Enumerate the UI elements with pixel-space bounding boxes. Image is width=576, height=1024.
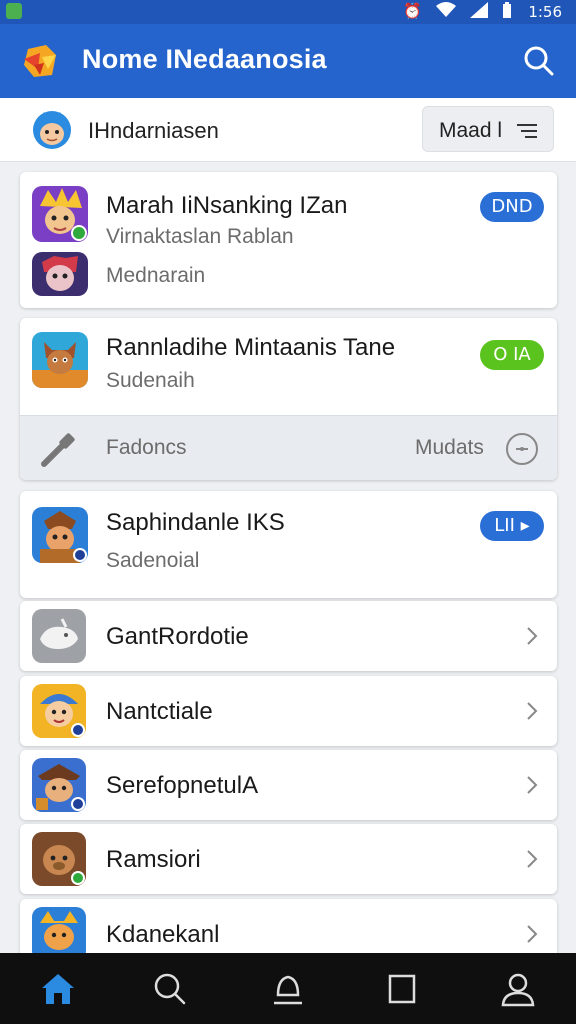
mode-button-label: Maad l xyxy=(439,119,503,142)
list-item[interactable]: Ramsiori xyxy=(20,824,557,894)
status-badge[interactable]: O IA xyxy=(480,340,544,370)
list-item[interactable]: GantRordotie xyxy=(20,601,557,671)
list-item[interactable]: SerefopnetulA xyxy=(20,750,557,820)
footer-action-label[interactable]: Mudats xyxy=(415,436,484,460)
status-badge[interactable]: LII ▸ xyxy=(480,511,544,541)
profile-icon[interactable] xyxy=(500,971,536,1007)
list-item-label: Kdanekanl xyxy=(106,921,220,948)
card-title: Rannladihe Mintaanis Tane xyxy=(106,334,396,361)
avatar[interactable] xyxy=(32,110,72,150)
tool-icon xyxy=(40,432,76,473)
card-footer: Fadoncs Mudats xyxy=(20,415,557,480)
app-card[interactable]: Rannladihe Mintaanis Tane Sudenaih O IA … xyxy=(20,318,557,480)
app-icon-gray xyxy=(32,609,86,663)
list-item-label: Ramsiori xyxy=(106,846,201,873)
footer-label: Fadoncs xyxy=(106,436,187,459)
chevron-right-icon xyxy=(525,923,539,945)
list-item-label: SerefopnetulA xyxy=(106,772,259,799)
username: IHndarniasen xyxy=(88,118,219,143)
search-icon[interactable] xyxy=(522,44,556,78)
home-icon[interactable] xyxy=(40,971,76,1007)
notification-icon[interactable] xyxy=(270,971,306,1007)
signal-icon xyxy=(470,2,488,22)
app-notification-icon xyxy=(6,3,22,19)
list-item-label: GantRordotie xyxy=(106,623,249,650)
card-secondary: Mednarain xyxy=(106,264,206,287)
search-icon[interactable] xyxy=(152,971,188,1007)
chevron-right-icon xyxy=(525,848,539,870)
alarm-icon: ⏰ xyxy=(403,2,422,20)
menu-icon xyxy=(517,122,537,138)
app-icon-kid xyxy=(32,684,86,738)
status-badge-label: LII xyxy=(494,515,515,536)
chevron-right-icon xyxy=(525,774,539,796)
status-time: 1:56 xyxy=(528,3,562,21)
card-subtitle: Virnaktaslan Rablan xyxy=(106,225,294,248)
list-item[interactable]: Nantctiale xyxy=(20,676,557,746)
chevron-right-icon xyxy=(525,700,539,722)
app-icon-warrior xyxy=(32,507,88,563)
battery-icon xyxy=(502,2,512,22)
app-bar: Nome INedaanosia xyxy=(0,24,576,98)
status-icons: ⏰ xyxy=(403,2,512,22)
card-subtitle: Sadenoial xyxy=(106,549,200,572)
list-item-label: Nantctiale xyxy=(106,698,213,725)
user-bar: IHndarniasen Maad l xyxy=(0,98,576,162)
add-circle-icon[interactable] xyxy=(504,431,540,472)
bottom-nav xyxy=(0,953,576,1024)
app-logo-icon[interactable] xyxy=(22,43,60,79)
app-card[interactable]: Marah IiNsanking IZan Virnaktaslan Rabla… xyxy=(20,172,557,308)
app-icon-pirate xyxy=(32,758,86,812)
app-title: Nome INedaanosia xyxy=(82,44,327,74)
app-card[interactable]: Saphindanle IKS Sadenoial LII ▸ xyxy=(20,491,557,598)
square-icon[interactable] xyxy=(384,971,420,1007)
app-icon-villain xyxy=(32,252,88,296)
app-icon-bear xyxy=(32,832,86,886)
card-title: Marah IiNsanking IZan xyxy=(106,192,348,219)
mode-button[interactable]: Maad l xyxy=(422,106,554,152)
card-subtitle: Sudenaih xyxy=(106,369,195,392)
status-bar: ⏰ 1:56 xyxy=(0,0,576,24)
app-icon-hero xyxy=(32,186,88,242)
chevron-right-icon xyxy=(525,625,539,647)
wifi-icon xyxy=(436,2,456,22)
status-badge[interactable]: DND xyxy=(480,192,544,222)
card-title: Saphindanle IKS xyxy=(106,509,285,536)
app-icon-adventure xyxy=(32,332,88,388)
